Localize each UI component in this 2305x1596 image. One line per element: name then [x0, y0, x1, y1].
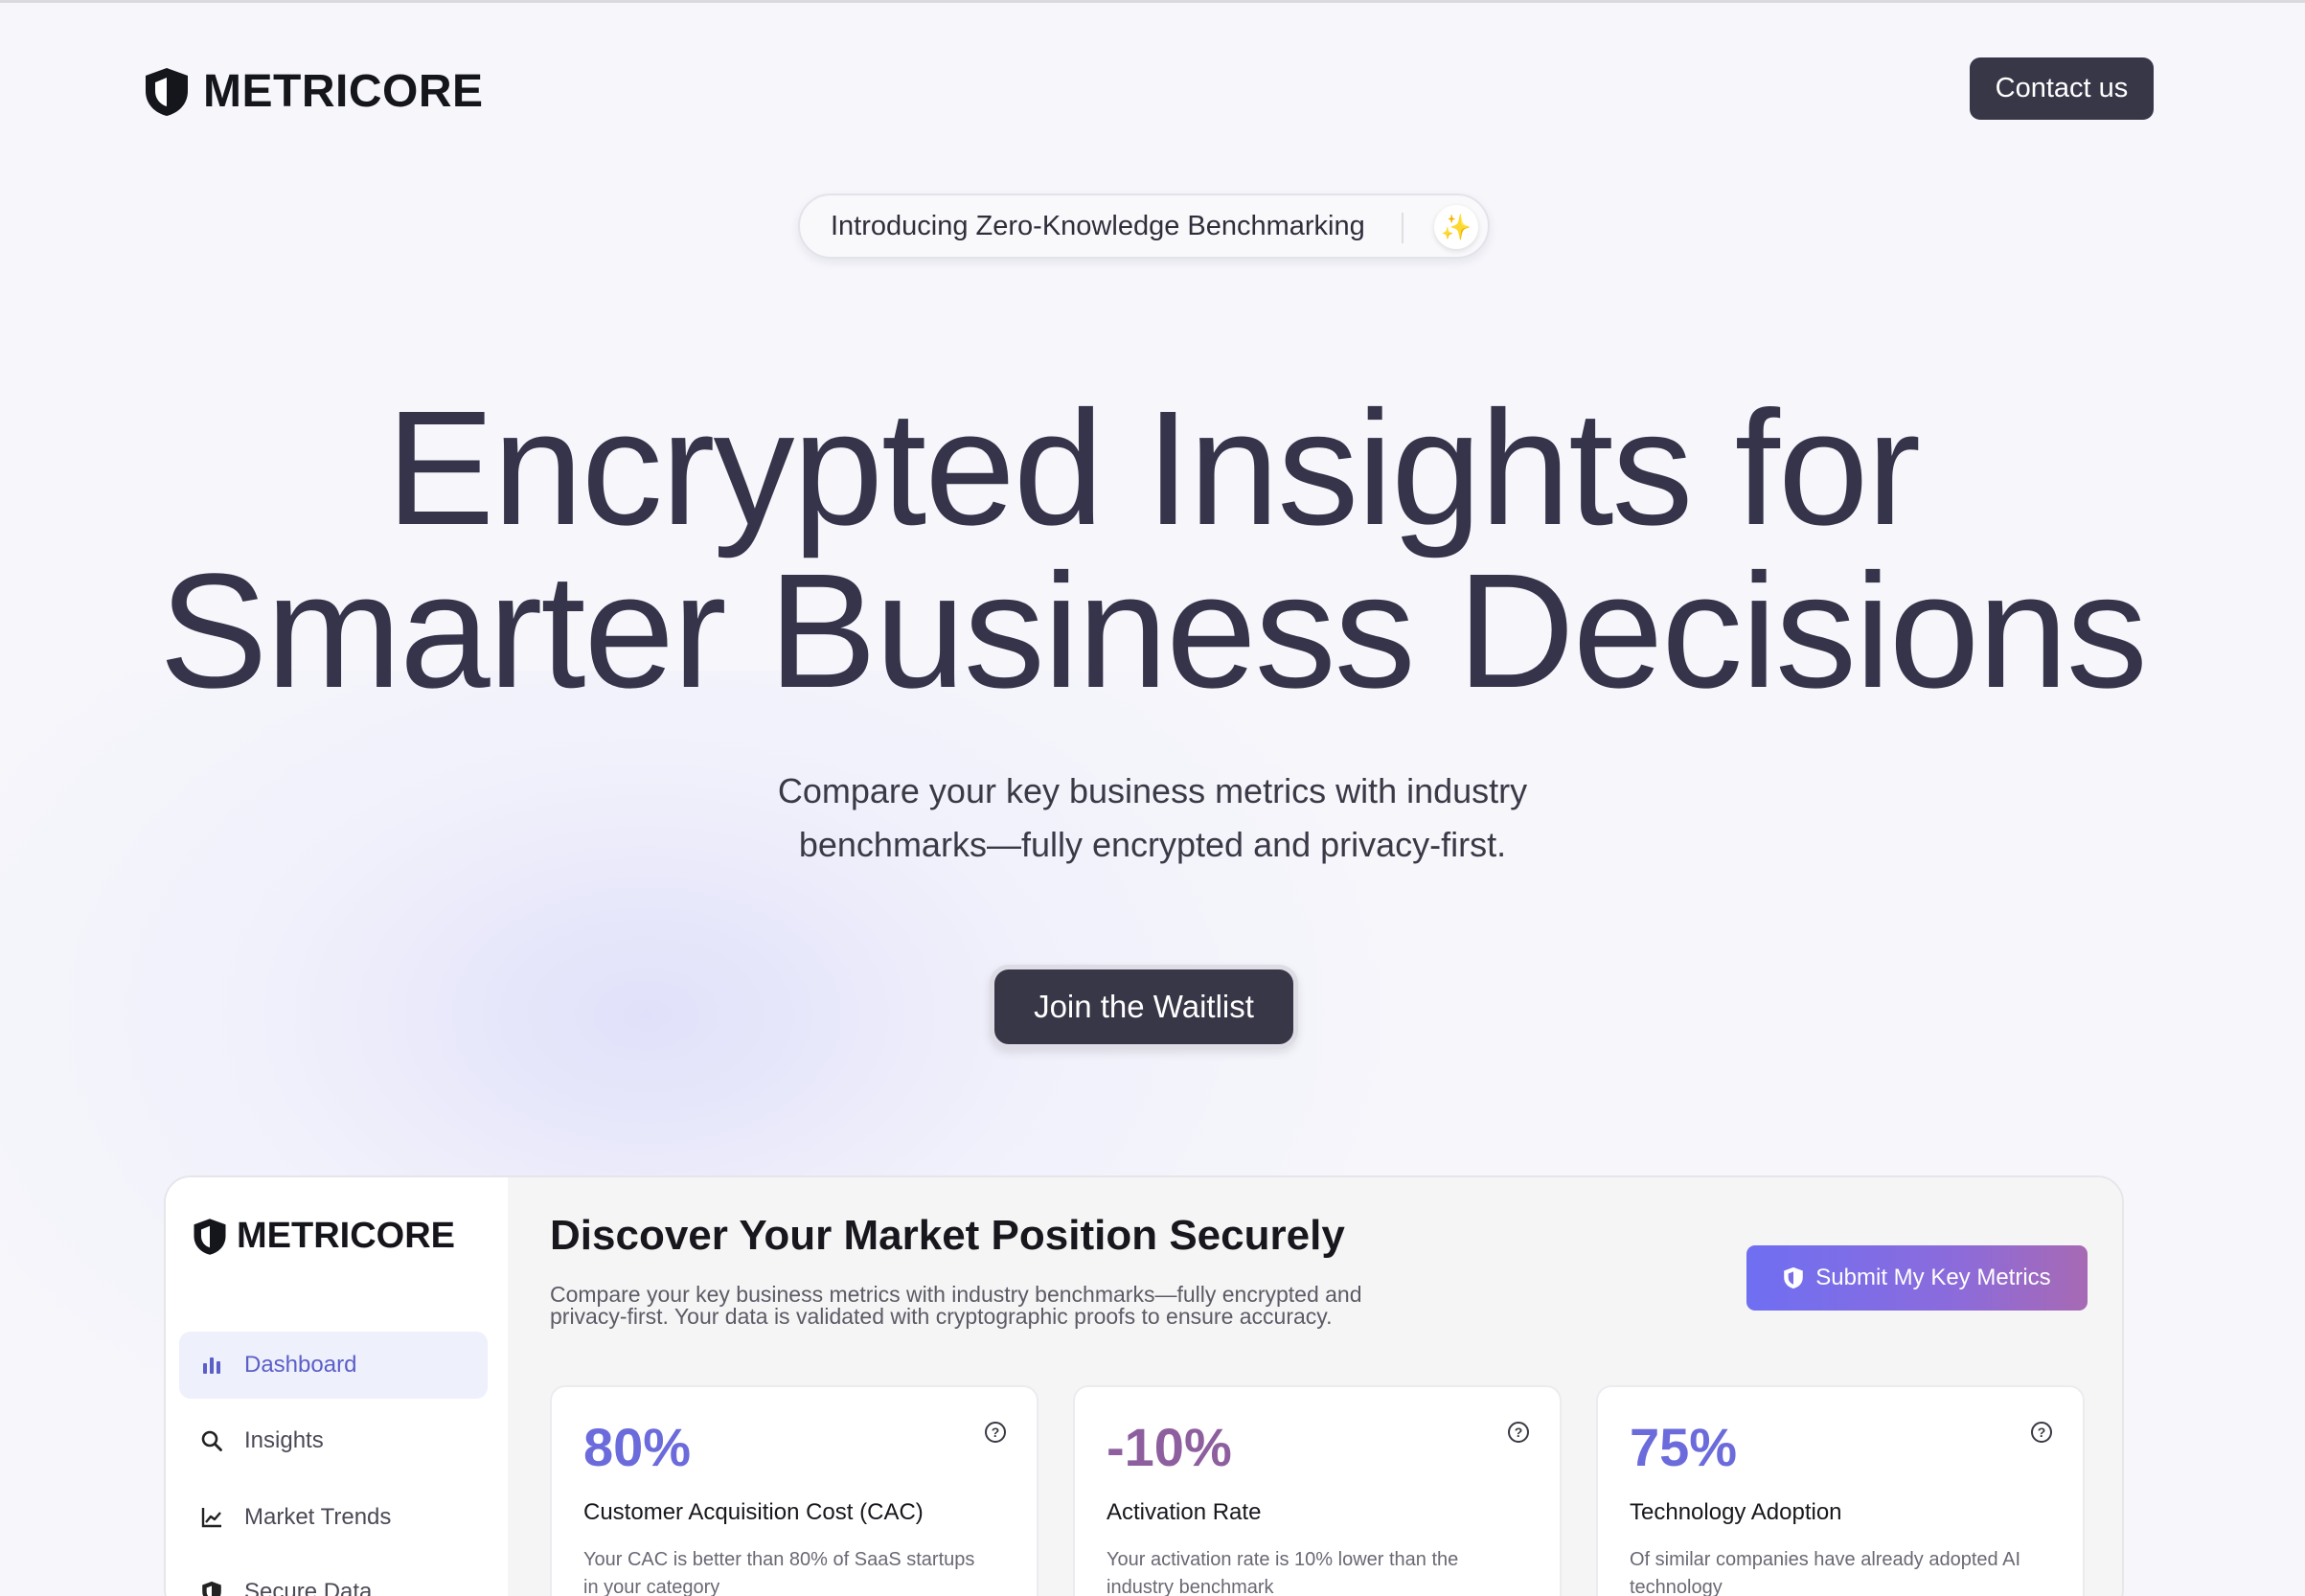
page-description: Compare your key business metrics with i… — [550, 1284, 1431, 1328]
sidebar-item-label: Secure Data — [244, 1579, 373, 1596]
join-waitlist-button[interactable]: Join the Waitlist — [990, 965, 1298, 1049]
main-panel: Discover Your Market Position Securely C… — [508, 1177, 2122, 1596]
sidebar-item-insights[interactable]: Insights — [179, 1407, 488, 1474]
shield-icon — [202, 1581, 221, 1596]
pill-divider — [1402, 213, 1404, 243]
metric-description-line2: industry benchmark — [1107, 1577, 1274, 1596]
metric-label: Activation Rate — [1107, 1499, 1262, 1525]
metric-description: Your activation rate is 10% lower than t… — [1107, 1546, 1538, 1596]
help-icon[interactable]: ? — [985, 1422, 1006, 1443]
metric-description: Of similar companies have already adopte… — [1630, 1546, 2061, 1596]
help-icon[interactable]: ? — [2031, 1422, 2052, 1443]
metric-description: Your CAC is better than 80% of SaaS star… — [583, 1546, 1015, 1596]
submit-metrics-label: Submit My Key Metrics — [1815, 1265, 2051, 1290]
metric-card-activation[interactable]: -10% ? Activation Rate Your activation r… — [1073, 1385, 1562, 1596]
metric-value: 80% — [583, 1417, 692, 1477]
help-icon[interactable]: ? — [1508, 1422, 1529, 1443]
hero-title-line2: Smarter Business Decisions — [159, 540, 2148, 722]
shield-icon — [194, 1218, 226, 1255]
brand-logo[interactable]: METRICORE — [144, 65, 484, 118]
app-preview: METRICORE Dashboard Insights Market Tren… — [164, 1175, 2124, 1596]
metric-card-technology[interactable]: 75% ? Technology Adoption Of similar com… — [1596, 1385, 2085, 1596]
page-description-line2: privacy-first. Your data is validated wi… — [550, 1304, 1333, 1329]
metric-label: Technology Adoption — [1630, 1499, 1842, 1525]
search-icon — [201, 1430, 222, 1451]
metric-card-cac[interactable]: 80% ? Customer Acquisition Cost (CAC) Yo… — [550, 1385, 1038, 1596]
hero-subtitle: Compare your key business metrics with i… — [673, 764, 1632, 872]
announcement-pill[interactable]: Introducing Zero-Knowledge Benchmarking … — [798, 194, 1490, 259]
page-description-line1: Compare your key business metrics with i… — [550, 1282, 1362, 1307]
metric-description-line2: technology — [1630, 1577, 1723, 1596]
line-chart-icon — [201, 1508, 221, 1528]
shield-icon — [146, 67, 188, 116]
metric-value: 75% — [1630, 1417, 1738, 1477]
sparkles-icon: ✨ — [1434, 205, 1478, 249]
sidebar-item-label: Insights — [244, 1427, 324, 1453]
sidebar: METRICORE Dashboard Insights Market Tren… — [166, 1177, 508, 1596]
sidebar-item-label: Dashboard — [244, 1352, 357, 1378]
sidebar-brand-name: METRICORE — [237, 1216, 455, 1256]
metric-description-line1: Your activation rate is 10% lower than t… — [1107, 1549, 1459, 1570]
contact-button[interactable]: Contact us — [1970, 57, 2154, 120]
sidebar-item-label: Market Trends — [244, 1504, 392, 1530]
shield-icon — [1784, 1266, 1804, 1289]
metric-value: -10% — [1107, 1417, 1232, 1477]
sidebar-item-dashboard[interactable]: Dashboard — [179, 1332, 488, 1399]
hero-title-line1: Encrypted Insights for — [385, 377, 1921, 559]
bar-chart-icon — [203, 1357, 220, 1374]
metric-label: Customer Acquisition Cost (CAC) — [583, 1499, 924, 1525]
announcement-text: Introducing Zero-Knowledge Benchmarking — [831, 210, 1365, 241]
page-title: Discover Your Market Position Securely — [550, 1212, 1345, 1259]
brand-name: METRICORE — [203, 66, 484, 117]
sidebar-item-market-trends[interactable]: Market Trends — [179, 1484, 488, 1551]
hero-title: Encrypted Insights for Smarter Business … — [0, 387, 2305, 713]
metric-description-line2: in your category — [583, 1577, 720, 1596]
hero-subtitle-line2: benchmarks—fully encrypted and privacy-f… — [798, 825, 1507, 864]
top-border — [0, 0, 2305, 3]
sidebar-logo[interactable]: METRICORE — [193, 1216, 455, 1257]
submit-metrics-button[interactable]: Submit My Key Metrics — [1746, 1245, 2088, 1311]
metric-description-line1: Your CAC is better than 80% of SaaS star… — [583, 1549, 975, 1570]
metric-description-line1: Of similar companies have already adopte… — [1630, 1549, 2020, 1570]
sidebar-item-secure-data[interactable]: Secure Data — [179, 1559, 488, 1596]
hero-subtitle-line1: Compare your key business metrics with i… — [777, 771, 1528, 810]
